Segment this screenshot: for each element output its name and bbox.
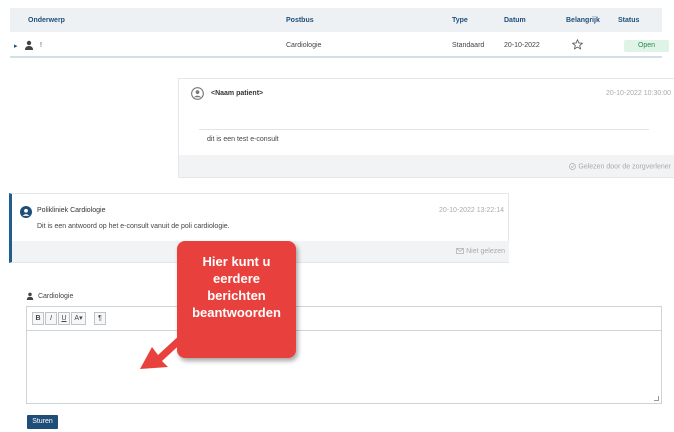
table-header: Onderwerp Postbus Type Datum Belangrijk … <box>10 8 662 32</box>
col-header-status[interactable]: Status <box>618 17 639 24</box>
message-card-patient: <Naam patient> 20-10-2022 10:30:00 dit i… <box>178 78 674 178</box>
col-header-mailbox[interactable]: Postbus <box>286 17 314 24</box>
clinic-avatar-icon <box>20 206 32 218</box>
underline-button[interactable]: U <box>58 312 70 325</box>
star-outline-icon[interactable] <box>571 38 584 52</box>
user-icon <box>26 292 34 300</box>
check-circle-icon <box>569 163 577 170</box>
message-timestamp: 20-10-2022 10:30:00 <box>606 90 671 97</box>
callout-arrow-icon <box>140 333 186 369</box>
callout-line: Hier kunt u <box>202 254 271 269</box>
avatar <box>191 87 204 100</box>
col-header-important[interactable]: Belangrijk <box>566 17 600 24</box>
table-row[interactable]: ▸ ! Cardiologie Standaard 20-10-2022 Ope… <box>10 32 669 58</box>
row-mailbox: Cardiologie <box>286 42 322 49</box>
font-color-button[interactable]: A▾ <box>71 312 86 325</box>
message-body: dit is een test e-consult <box>207 136 279 143</box>
message-footer: Gelezen door de zorgverlener <box>179 155 674 177</box>
callout-line: eerdere <box>213 271 260 286</box>
callout-line: beantwoorden <box>192 305 281 320</box>
envelope-icon <box>456 248 464 255</box>
expand-icon[interactable]: ▸ <box>14 42 18 50</box>
row-date: 20-10-2022 <box>504 42 540 49</box>
editor-toolbar: B I U A▾ ¶ <box>26 306 662 330</box>
resize-handle[interactable] <box>654 396 659 401</box>
row-subject: ! <box>40 42 42 49</box>
status-badge: Open <box>624 40 669 52</box>
reply-recipient: Cardiologie <box>26 292 73 300</box>
row-type: Standaard <box>452 42 485 49</box>
bold-button[interactable]: B <box>32 312 44 325</box>
recipient-label: Cardiologie <box>37 292 74 300</box>
message-sender: Polikliniek Cardiologie <box>37 207 106 214</box>
send-button[interactable]: Sturen <box>27 415 58 429</box>
col-header-subject[interactable]: Onderwerp <box>28 17 65 24</box>
user-icon <box>24 40 34 52</box>
reply-textarea[interactable] <box>26 330 662 404</box>
callout-line: berichten <box>207 288 266 303</box>
divider <box>199 129 649 130</box>
italic-button[interactable]: I <box>45 312 57 325</box>
callout-box: Hier kunt u eerdere berichten beantwoord… <box>177 241 296 358</box>
paragraph-button[interactable]: ¶ <box>94 312 106 325</box>
message-sender: <Naam patient> <box>211 90 264 97</box>
read-status: Niet gelezen <box>466 248 505 255</box>
message-timestamp: 20-10-2022 13:22:14 <box>439 207 504 214</box>
col-header-date[interactable]: Datum <box>504 17 526 24</box>
message-body: Dit is een antwoord op het e-consult van… <box>37 223 230 230</box>
col-header-type[interactable]: Type <box>452 17 468 24</box>
read-status: Gelezen door de zorgverlener <box>578 163 671 171</box>
